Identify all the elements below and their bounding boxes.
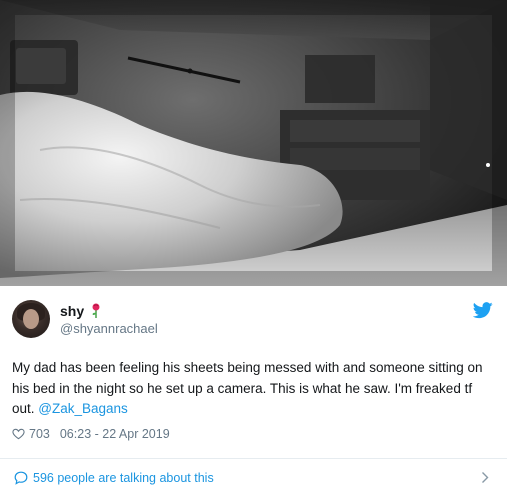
night-camera-photo[interactable] [0,0,507,286]
rose-icon [92,303,100,318]
tweet-embed-card: shy @shyannrachael My dad has been feeli… [0,0,507,496]
conversation-footer[interactable]: 596 people are talking about this [0,459,507,496]
speech-bubble-icon [14,471,28,485]
avatar-face [23,309,39,329]
author-handle[interactable]: @shyannrachael [60,321,158,336]
tweet-timestamp[interactable]: 06:23 - 22 Apr 2019 [60,427,170,441]
tweet-text: My dad has been feeling his sheets being… [12,358,498,420]
avatar[interactable] [12,300,50,338]
chevron-right-icon[interactable] [481,471,489,484]
tweet-meta: 703 06:23 - 22 Apr 2019 [12,427,170,441]
author-name-row[interactable]: shy [60,302,102,320]
photo-scene [0,0,507,286]
heart-icon[interactable] [12,428,25,440]
display-name[interactable]: shy [60,303,84,319]
talking-about-link[interactable]: 596 people are talking about this [33,471,214,485]
twitter-bird-icon[interactable] [473,302,493,319]
like-count[interactable]: 703 [29,427,50,441]
mention-link[interactable]: @Zak_Bagans [38,401,128,416]
tweet-body: shy @shyannrachael My dad has been feeli… [0,286,507,458]
